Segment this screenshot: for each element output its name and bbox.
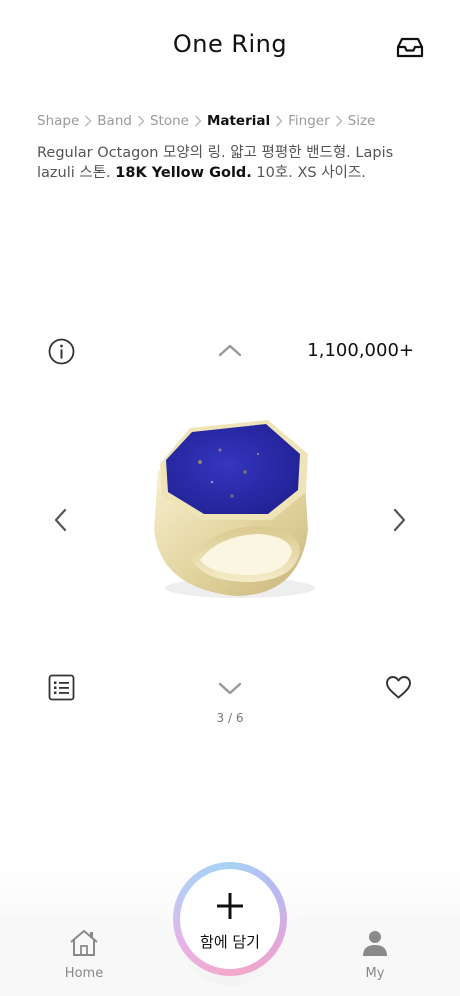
add-to-box-inner: 함에 담기 — [180, 869, 280, 969]
favorite-button[interactable] — [385, 675, 412, 700]
chevron-right-icon — [79, 113, 97, 129]
home-icon — [70, 930, 98, 956]
breadcrumb-band[interactable]: Band — [97, 113, 132, 129]
ring-image — [140, 410, 320, 610]
nav-my[interactable]: My — [345, 928, 405, 990]
breadcrumb-finger[interactable]: Finger — [288, 113, 330, 129]
app-title: One Ring — [172, 30, 288, 58]
next-image-button[interactable] — [388, 506, 410, 534]
price: 1,100,000+ — [307, 340, 414, 361]
chevron-left-icon — [54, 508, 67, 532]
chevron-down-icon — [218, 682, 242, 695]
breadcrumb-shape[interactable]: Shape — [37, 113, 79, 129]
next-option-button[interactable] — [216, 678, 244, 698]
header: One Ring — [0, 0, 460, 96]
add-to-box-button[interactable]: 함에 담기 — [173, 862, 287, 976]
user-icon — [363, 931, 387, 956]
chevron-up-icon — [218, 344, 242, 357]
nav-home-label: Home — [64, 966, 104, 981]
nav-my-label: My — [365, 966, 385, 981]
chevron-right-icon — [330, 113, 348, 129]
details-list-button[interactable] — [48, 674, 75, 701]
previous-option-button[interactable] — [216, 340, 244, 360]
breadcrumb: Shape Band Stone Material Finger Size — [37, 111, 437, 131]
plus-icon — [217, 893, 243, 919]
info-button[interactable] — [48, 338, 75, 365]
description-material: 18K Yellow Gold. — [115, 165, 252, 181]
chevron-right-icon — [393, 508, 406, 532]
chevron-right-icon — [189, 113, 207, 129]
add-to-box-label: 함에 담기 — [200, 933, 260, 951]
breadcrumb-size[interactable]: Size — [348, 113, 376, 129]
inbox-icon — [396, 37, 424, 58]
list-icon — [48, 674, 75, 701]
description-text-end: 10호. XS 사이즈. — [251, 165, 366, 181]
image-pager: 3 / 6 — [216, 711, 244, 725]
breadcrumb-stone[interactable]: Stone — [150, 113, 189, 129]
previous-image-button[interactable] — [50, 506, 72, 534]
chevron-right-icon — [270, 113, 288, 129]
chevron-right-icon — [132, 113, 150, 129]
nav-home[interactable]: Home — [54, 928, 114, 990]
breadcrumb-material[interactable]: Material — [207, 113, 270, 129]
info-icon — [48, 338, 75, 365]
product-description: Regular Octagon 모양의 링. 얇고 평평한 밴드형. Lapis… — [37, 143, 427, 183]
inbox-button[interactable] — [395, 35, 425, 61]
heart-icon — [386, 676, 411, 699]
